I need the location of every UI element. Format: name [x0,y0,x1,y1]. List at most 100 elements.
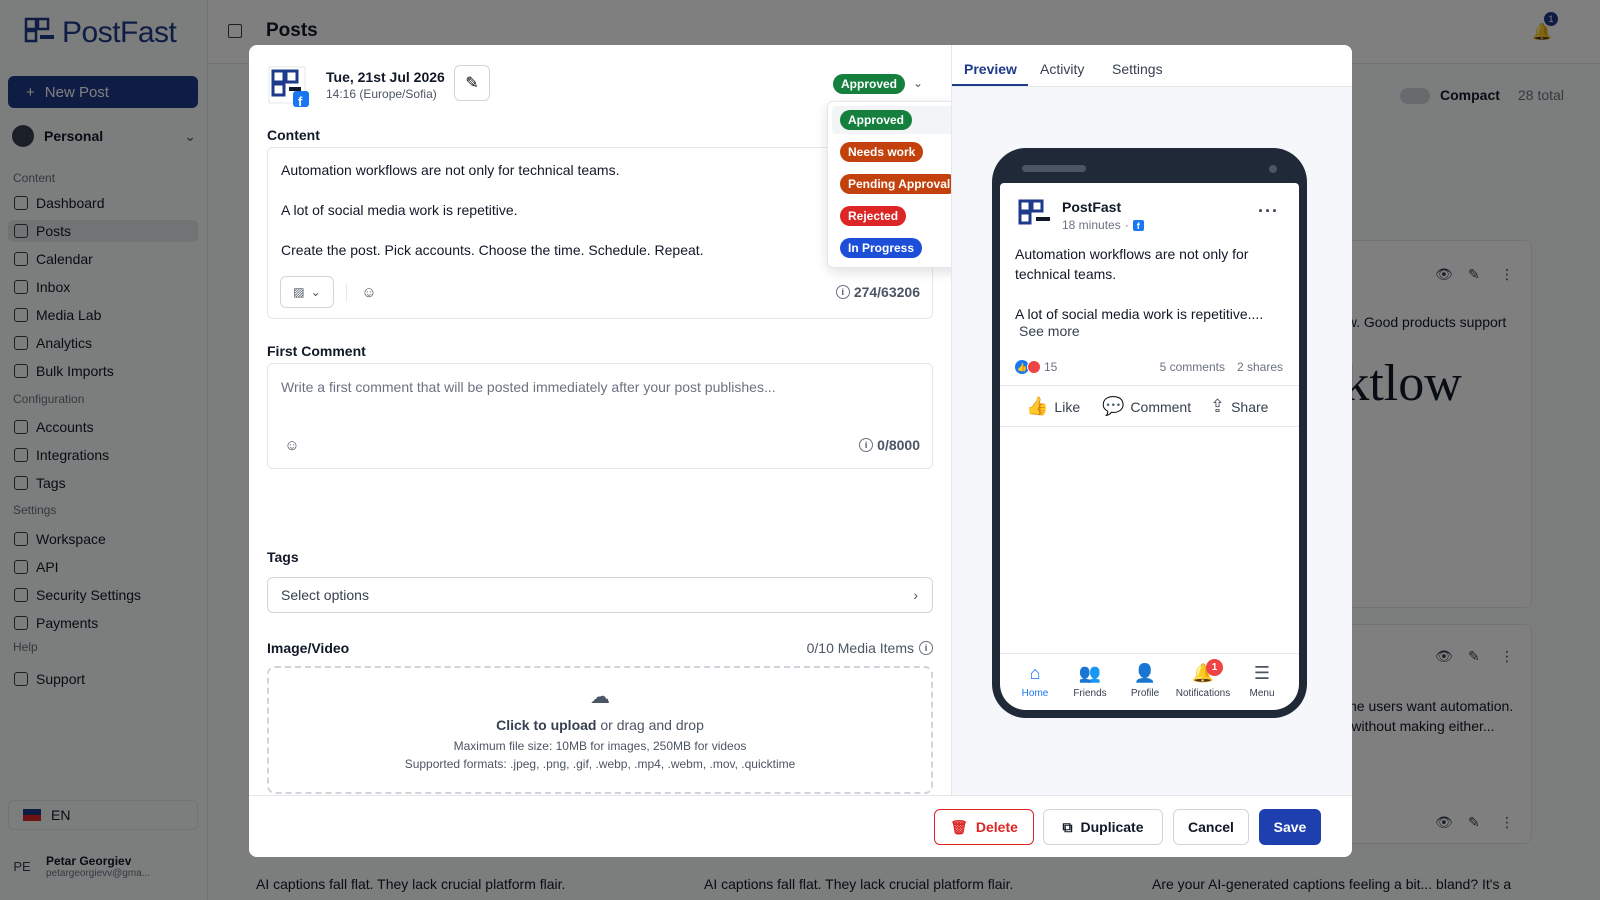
status-pill: Approved [840,110,913,130]
phone-camera [1269,165,1277,173]
reactions[interactable]: 👍 15 [1015,360,1057,374]
info-icon: i [859,438,874,452]
duplicate-label: Duplicate [1080,819,1144,835]
share-button[interactable]: ⇪ Share [1210,396,1268,417]
friends-icon: 👥 [1078,663,1102,683]
edit-post-modal: f Tue, 21st Jul 2026 14:16 (Europe/Sofia… [249,45,1352,857]
content-paragraph: A lot of social media work is repetitive… [281,202,518,218]
nav-notifications[interactable]: 🔔 Notifications 1 [1173,659,1233,699]
comment-button[interactable]: 💬 Comment [1102,396,1191,417]
schedule-time: 14:16 (Europe/Sofia) [326,87,437,101]
tab-settings[interactable]: Settings [1112,61,1163,77]
cloud-upload-icon: ☁ [590,686,610,708]
profile-icon: 👤 [1133,663,1157,683]
cancel-button[interactable]: Cancel [1173,809,1249,845]
post-editor: f Tue, 21st Jul 2026 14:16 (Europe/Sofia… [249,45,991,795]
first-comment-counter-value: 0/8000 [877,437,920,453]
share-label: Share [1231,398,1269,415]
more-horizontal-icon[interactable]: ··· [1258,201,1279,222]
tags-label: Tags [267,549,299,565]
nav-menu[interactable]: ☰ Menu [1232,663,1292,699]
page-avatar [1018,199,1050,225]
edit-schedule-button[interactable]: ✎ [454,65,490,101]
comment-icon: 💬 [1102,396,1125,416]
nav-profile-label: Profile [1130,688,1160,699]
media-label: Image/Video [267,640,350,656]
upload-instructions: Click to upload or drag and drop [269,717,931,733]
status-pill: In Progress [840,238,923,258]
comment-count[interactable]: 5 comments [1160,360,1225,374]
emoji-button[interactable]: ☺ [358,281,380,303]
nav-friends-label: Friends [1073,688,1107,699]
status-pill: Needs work [840,142,924,162]
first-comment-placeholder: Write a first comment that will be poste… [281,379,776,395]
emoji-button[interactable]: ☺ [281,434,303,456]
meta-separator: · [1124,218,1129,232]
nav-menu-label: Menu [1249,688,1275,699]
divider [346,284,347,302]
nav-profile[interactable]: 👤 Profile [1115,663,1175,699]
see-more-link[interactable]: See more [1019,323,1080,339]
post-age: 18 minutes [1062,218,1121,232]
phone-mockup: PostFast 18 minutes · f ··· Automation w… [992,148,1307,718]
upload-link[interactable]: Click to upload [496,717,596,733]
nav-home[interactable]: ⌂ Home [1005,663,1065,699]
post-actions: 👍 Like 💬 Comment ⇪ Share [1000,385,1299,427]
delete-button[interactable]: 🗑 Delete [934,809,1034,845]
info-icon[interactable]: i [919,641,933,655]
cancel-label: Cancel [1188,819,1234,835]
image-icon: ▨ [293,285,305,299]
nav-friends[interactable]: 👥 Friends [1060,663,1120,699]
nav-notifications-label: Notifications [1175,688,1231,699]
status-select[interactable]: Approved [833,74,906,94]
facebook-preview: PostFast 18 minutes · f ··· Automation w… [1000,183,1299,710]
schedule-date: Tue, 21st Jul 2026 [326,69,445,85]
smiley-icon: ☺ [361,283,377,301]
tab-activity[interactable]: Activity [1040,61,1084,77]
like-label: Like [1054,398,1081,415]
upload-size-limit: Maximum file size: 10MB for images, 250M… [453,739,747,753]
love-reaction-icon [1027,360,1041,374]
share-count[interactable]: 2 shares [1237,360,1283,374]
tab-preview[interactable]: Preview [964,61,1017,77]
modal-footer: 🗑 Delete ⧉ Duplicate Cancel Save [249,795,1352,857]
preview-tabs: Preview Activity Settings [952,45,1352,87]
media-dropdown-button[interactable]: ▨ ⌄ [280,276,334,308]
status-pill: Rejected [840,206,907,226]
content-counter-value: 274/63206 [853,284,920,300]
chevron-down-icon[interactable]: ⌄ [913,76,923,90]
pencil-icon: ✎ [465,75,479,92]
first-comment-field[interactable]: Write a first comment that will be poste… [267,363,933,469]
chevron-down-icon: ⌄ [310,285,321,299]
active-tab-indicator [952,84,1028,86]
upload-dropzone[interactable]: ☁ Click to upload or drag and drop Maxim… [267,666,933,794]
smiley-icon: ☺ [284,436,300,454]
content-paragraph: Create the post. Pick accounts. Choose t… [281,242,704,258]
save-button[interactable]: Save [1259,809,1321,845]
hamburger-icon: ☰ [1253,663,1271,683]
bell-icon: 🔔 [1191,663,1215,683]
comment-label: Comment [1130,398,1192,415]
tags-select[interactable]: Select options › [267,577,933,613]
delete-label: Delete [975,819,1018,835]
preview-panel: Preview Activity Settings PostFast 18 mi… [951,45,1352,795]
content-char-counter: i 274/63206 [835,284,920,300]
first-comment-label: First Comment [267,343,366,359]
svg-text:f: f [298,94,303,107]
facebook-icon: f [1132,219,1144,231]
trash-icon: 🗑 [950,818,968,835]
content-paragraph: Automation workflows are not only for te… [281,162,620,178]
page-name[interactable]: PostFast [1062,199,1121,215]
save-label: Save [1273,819,1307,835]
upload-rest: or drag and drop [596,717,704,733]
content-label: Content [267,127,320,143]
content-text[interactable]: Automation workflows are not only for te… [281,160,704,280]
facebook-bottom-nav: ⌂ Home 👥 Friends 👤 Profile 🔔 Notificatio… [1000,653,1299,710]
thumbs-up-icon: 👍 [1026,396,1049,416]
info-icon: i [835,285,850,299]
upload-formats: Supported formats: .jpeg, .png, .gif, .w… [404,757,796,771]
duplicate-button[interactable]: ⧉ Duplicate [1043,809,1163,845]
notifications-badge: 1 [1206,659,1223,676]
reaction-count: 15 [1044,360,1058,374]
like-button[interactable]: 👍 Like [1026,396,1080,417]
